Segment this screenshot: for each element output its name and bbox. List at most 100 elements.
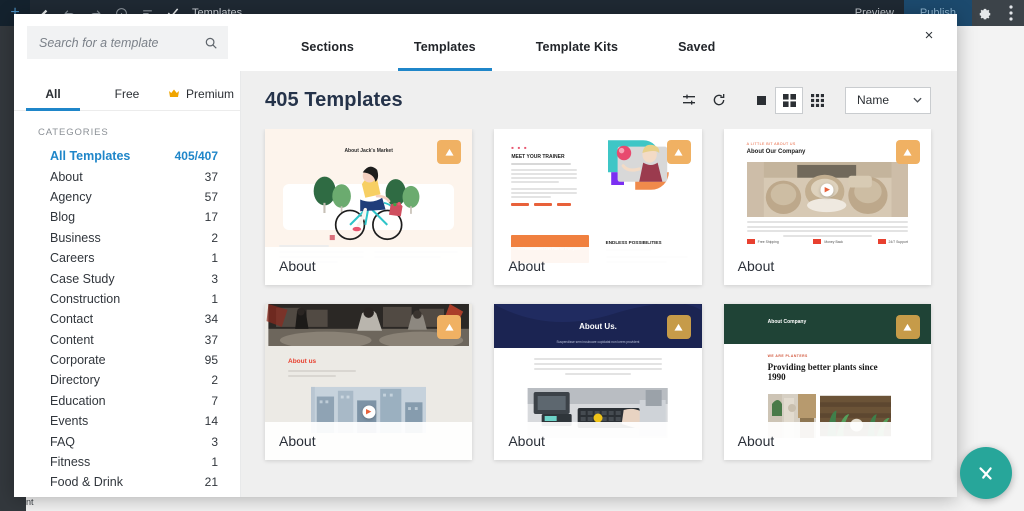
chevron-down-icon bbox=[913, 95, 922, 105]
results-count-title: 405 Templates bbox=[265, 88, 403, 111]
search-box[interactable] bbox=[27, 26, 228, 59]
sidebar: All Free Premium CATEGORIES All Template… bbox=[14, 71, 241, 497]
canvas-hint-text: nt bbox=[26, 497, 34, 507]
template-card[interactable]: About us ▶ About bbox=[265, 304, 473, 460]
category-count: 21 bbox=[204, 475, 218, 490]
tab-saved[interactable]: Saved bbox=[678, 40, 715, 71]
category-item-fitness[interactable]: Fitness 1 bbox=[14, 452, 240, 472]
template-card-title: About bbox=[508, 258, 545, 274]
category-item-about[interactable]: About 37 bbox=[14, 166, 240, 186]
gear-icon[interactable] bbox=[972, 0, 998, 26]
category-label: Content bbox=[50, 332, 94, 347]
category-item-case-study[interactable]: Case Study 3 bbox=[14, 268, 240, 288]
category-count: 37 bbox=[204, 169, 218, 184]
filter-tab-premium[interactable]: Premium bbox=[164, 87, 238, 110]
template-preview-subheading: Suspendisse sem incubuare cupidatat non … bbox=[556, 340, 640, 344]
premium-badge-icon bbox=[666, 140, 691, 164]
category-item-faq[interactable]: FAQ 3 bbox=[14, 431, 240, 451]
close-icon[interactable]: × bbox=[901, 14, 957, 71]
filter-tab-premium-label: Premium bbox=[186, 87, 235, 101]
search-input[interactable] bbox=[39, 35, 204, 50]
category-item-agency[interactable]: Agency 57 bbox=[14, 187, 240, 207]
more-vertical-icon[interactable] bbox=[998, 0, 1024, 26]
template-card-footer: About bbox=[265, 422, 473, 460]
category-label: Agency bbox=[50, 189, 92, 204]
template-preview-subheading: ENDLESS POSSIBILITIES bbox=[605, 240, 662, 245]
view-grid-3x3-icon[interactable] bbox=[803, 87, 831, 114]
template-card[interactable]: ■ ■ ■ MEET YOUR TRAINER ENDLESS POSSIBIL… bbox=[494, 129, 702, 285]
template-card-title: About bbox=[279, 433, 316, 449]
category-count: 17 bbox=[204, 210, 218, 225]
category-count: 14 bbox=[204, 414, 218, 429]
category-item-construction[interactable]: Construction 1 bbox=[14, 289, 240, 309]
check-fab-icon[interactable] bbox=[960, 447, 1012, 499]
sort-select[interactable]: Name bbox=[845, 86, 931, 114]
filter-tab-all[interactable]: All bbox=[16, 87, 90, 111]
category-label: Corporate bbox=[50, 353, 106, 368]
filter-tab-free[interactable]: Free bbox=[90, 87, 164, 110]
category-label: Case Study bbox=[50, 271, 115, 286]
filter-tab-free-label: Free bbox=[114, 87, 140, 101]
filter-sliders-icon[interactable] bbox=[675, 86, 703, 114]
category-item-business[interactable]: Business 2 bbox=[14, 228, 240, 248]
category-item-all-templates[interactable]: All Templates 405/407 bbox=[14, 146, 240, 166]
category-item-careers[interactable]: Careers 1 bbox=[14, 248, 240, 268]
template-card[interactable]: About Jack's Market About bbox=[265, 129, 473, 285]
refresh-icon[interactable] bbox=[705, 86, 733, 114]
premium-badge-icon bbox=[437, 140, 462, 164]
premium-badge-icon bbox=[895, 140, 920, 164]
category-label: FAQ bbox=[50, 434, 76, 449]
category-count: 1 bbox=[211, 291, 218, 306]
template-preview-eyebrow: WE ARE PLANTERS bbox=[767, 354, 808, 358]
premium-badge-icon bbox=[895, 315, 920, 339]
category-label: Fitness bbox=[50, 455, 91, 470]
category-count: 34 bbox=[204, 312, 218, 327]
category-item-content[interactable]: Content 37 bbox=[14, 330, 240, 350]
category-label: All Templates bbox=[50, 149, 131, 164]
category-item-education[interactable]: Education 7 bbox=[14, 391, 240, 411]
template-card[interactable]: About Company WE ARE PLANTERS Providing … bbox=[723, 304, 931, 460]
template-card-footer: About bbox=[494, 422, 702, 460]
category-count: 2 bbox=[211, 230, 218, 245]
view-single-icon[interactable] bbox=[747, 87, 775, 114]
category-item-food-and-drink[interactable]: Food & Drink 21 bbox=[14, 472, 240, 492]
category-count: 3 bbox=[211, 434, 218, 449]
category-label: Directory bbox=[50, 373, 101, 388]
sidebar-filter-tabs: All Free Premium bbox=[14, 71, 240, 111]
category-label: Business bbox=[50, 230, 101, 245]
sort-select-value: Name bbox=[857, 93, 890, 107]
feature-label: 24/7 Support bbox=[888, 239, 908, 244]
categories-heading: CATEGORIES bbox=[38, 127, 109, 138]
template-card-footer: About bbox=[723, 422, 931, 460]
feature-label: Free Shipping bbox=[757, 239, 779, 244]
tab-sections[interactable]: Sections bbox=[301, 40, 354, 71]
play-icon[interactable]: ▶ bbox=[362, 405, 376, 419]
template-card[interactable]: A LITTLE BIT ABOUT US About Our Company bbox=[723, 129, 931, 285]
category-item-blog[interactable]: Blog 17 bbox=[14, 207, 240, 227]
crown-icon bbox=[168, 89, 183, 101]
play-icon[interactable]: ▶ bbox=[820, 183, 834, 196]
tab-templates[interactable]: Templates bbox=[397, 40, 492, 71]
tab-template-kits[interactable]: Template Kits bbox=[536, 40, 618, 71]
template-card-footer: About bbox=[723, 247, 931, 285]
category-item-corporate[interactable]: Corporate 95 bbox=[14, 350, 240, 370]
category-label: About bbox=[50, 169, 83, 184]
view-grid-2x2-icon[interactable] bbox=[775, 86, 803, 114]
category-count: 1 bbox=[211, 455, 218, 470]
premium-badge-icon bbox=[437, 315, 462, 339]
premium-badge-icon bbox=[666, 315, 691, 339]
modal-header: Sections Templates Template Kits Saved × bbox=[14, 14, 957, 71]
category-label: Construction bbox=[50, 291, 121, 306]
category-item-directory[interactable]: Directory 2 bbox=[14, 370, 240, 390]
category-count: 405/407 bbox=[174, 149, 218, 164]
template-card[interactable]: About Us. Suspendisse sem incubuare cupi… bbox=[494, 304, 702, 460]
search-icon[interactable] bbox=[204, 36, 218, 50]
template-preview-heading: About us bbox=[288, 358, 317, 365]
category-count: 3 bbox=[211, 271, 218, 286]
category-item-contact[interactable]: Contact 34 bbox=[14, 309, 240, 329]
template-preview-subheading: Providing better plants since 1990 bbox=[767, 362, 878, 383]
category-item-events[interactable]: Events 14 bbox=[14, 411, 240, 431]
category-label: Education bbox=[50, 393, 106, 408]
template-card-title: About bbox=[737, 258, 775, 274]
template-card-footer: About bbox=[494, 247, 702, 285]
